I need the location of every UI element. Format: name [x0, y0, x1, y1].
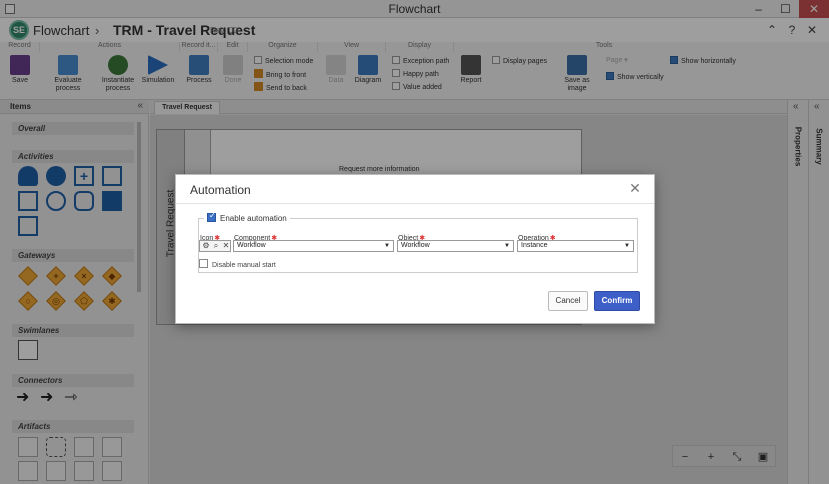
automation-dialog: Automation ✕ Enable automation Icon✱ ⚙ ⌕… [175, 174, 655, 324]
dialog-close-icon[interactable]: ✕ [628, 180, 642, 197]
dialog-title: Automation [190, 183, 251, 197]
chevron-down-icon: ▼ [504, 243, 510, 249]
clear-icon[interactable]: ✕ [221, 241, 231, 251]
disable-manual-start-checkbox[interactable]: Disable manual start [199, 259, 276, 269]
dialog-divider [176, 203, 654, 204]
confirm-button[interactable]: Confirm [594, 291, 640, 311]
chevron-down-icon: ▼ [624, 243, 630, 249]
component-select[interactable]: Workflow ▼ [233, 240, 394, 252]
gear-icon: ⚙ [202, 241, 210, 250]
enable-automation-checkbox[interactable]: Enable automation [204, 211, 290, 223]
search-icon[interactable]: ⌕ [211, 241, 221, 251]
cancel-button[interactable]: Cancel [548, 291, 588, 311]
icon-picker[interactable]: ⚙ ⌕ ✕ [199, 240, 231, 252]
chevron-down-icon: ▼ [384, 243, 390, 249]
checkbox-unchecked-icon [199, 259, 208, 268]
object-select[interactable]: Workflow ▼ [397, 240, 514, 252]
operation-select[interactable]: Instance ▼ [517, 240, 634, 252]
checkbox-checked-icon [207, 211, 216, 222]
